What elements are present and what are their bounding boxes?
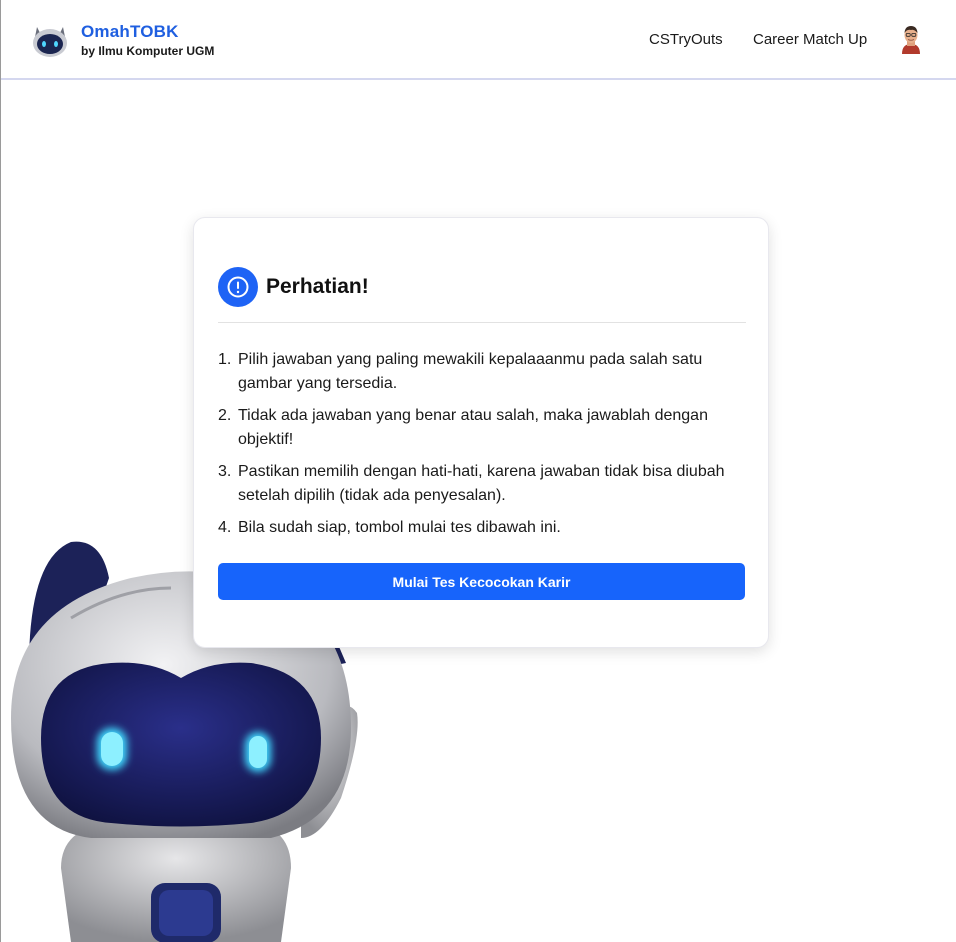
user-avatar-icon[interactable] [898,24,924,54]
nav-link-cstryouts[interactable]: CSTryOuts [649,31,723,49]
brand-subtitle: by Ilmu Komputer UGM [81,43,215,58]
page: OmahTOBK by Ilmu Komputer UGM CSTryOuts … [0,0,956,942]
exclamation-circle-icon [218,267,258,307]
instruction-list: 1. Pilih jawaban yang paling mewakili ke… [218,348,738,548]
nav-link-career-match-up[interactable]: Career Match Up [753,31,867,49]
start-test-button[interactable]: Mulai Tes Kecocokan Karir [218,563,745,600]
list-item-text: Tidak ada jawaban yang benar atau salah,… [238,407,708,448]
list-item-number: 3. [218,463,232,480]
card-header: Perhatian! [218,267,369,307]
navbar: OmahTOBK by Ilmu Komputer UGM CSTryOuts … [1,0,956,80]
list-item: 3. Pastikan memilih dengan hati-hati, ka… [218,460,738,508]
list-item-number: 4. [218,519,232,536]
attention-card: Perhatian! 1. Pilih jawaban yang paling … [193,217,769,648]
divider [218,322,746,323]
list-item: 1. Pilih jawaban yang paling mewakili ke… [218,348,738,396]
list-item: 4. Bila sudah siap, tombol mulai tes dib… [218,516,738,540]
card-title: Perhatian! [266,275,369,298]
brand[interactable]: OmahTOBK by Ilmu Komputer UGM [31,21,214,59]
brand-name[interactable]: OmahTOBK [81,22,214,42]
list-item: 2. Tidak ada jawaban yang benar atau sal… [218,404,738,452]
list-item-number: 1. [218,351,232,368]
list-item-number: 2. [218,407,232,424]
list-item-text: Bila sudah siap, tombol mulai tes dibawa… [238,519,561,536]
list-item-text: Pilih jawaban yang paling mewakili kepal… [238,351,703,392]
list-item-text: Pastikan memilih dengan hati-hati, karen… [238,463,725,504]
robot-head-logo-icon [33,27,67,57]
